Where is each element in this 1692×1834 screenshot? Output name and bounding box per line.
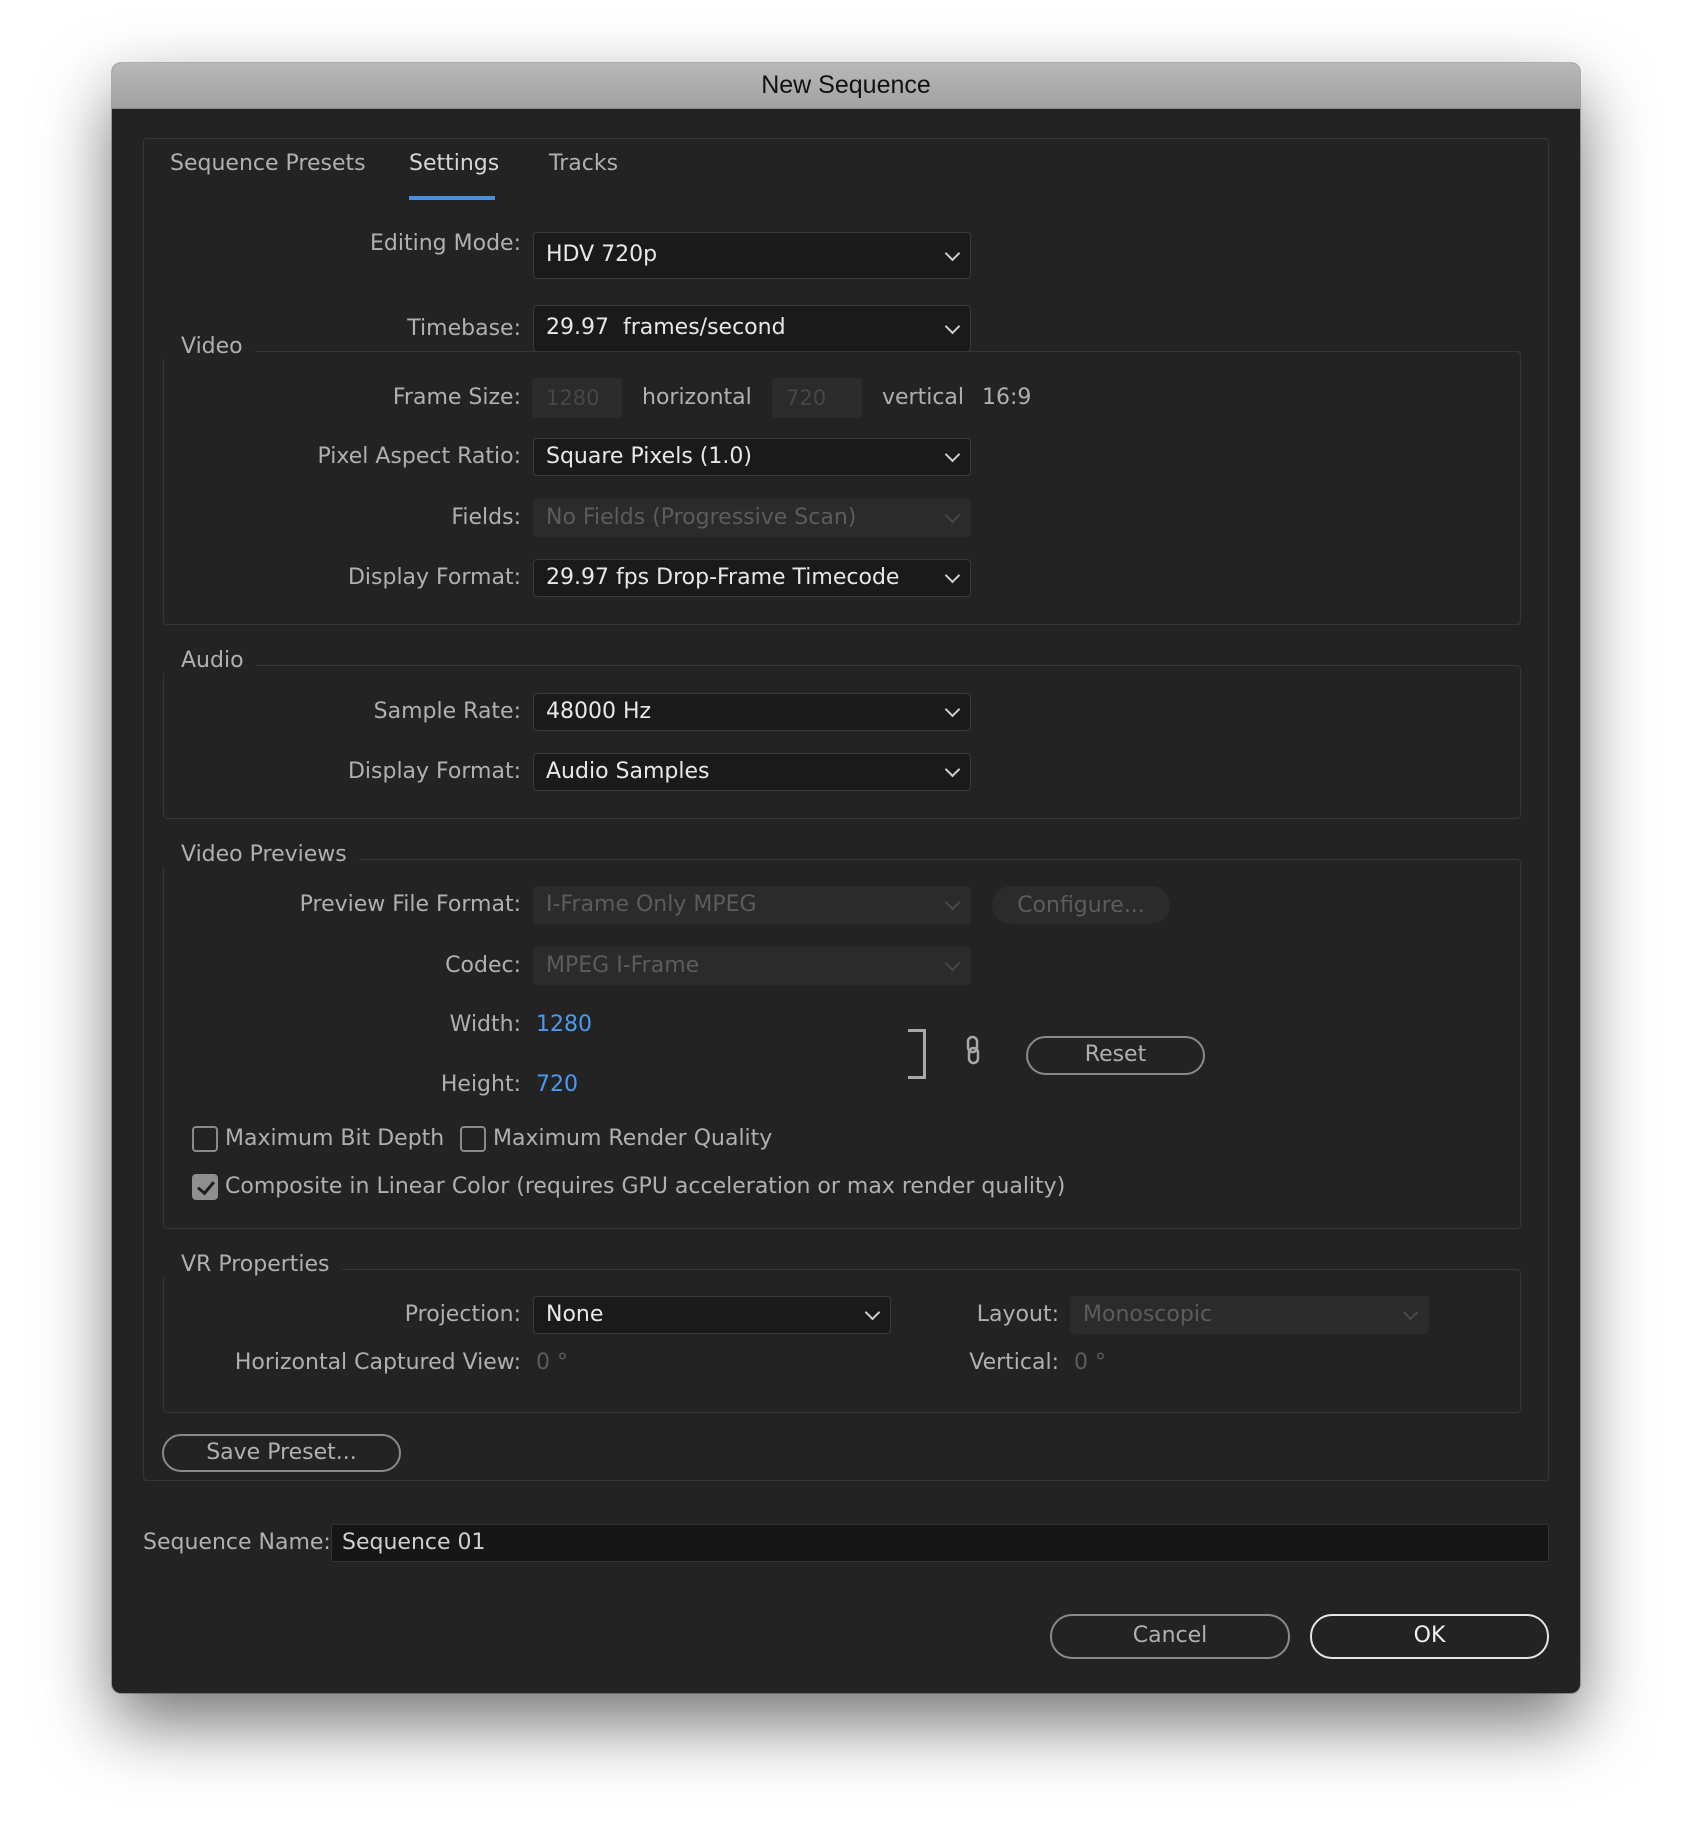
chevron-down-icon bbox=[944, 761, 961, 778]
ok-button[interactable]: OK bbox=[1310, 1614, 1549, 1659]
chevron-down-icon bbox=[944, 446, 961, 463]
preview-file-format-dropdown: I-Frame Only MPEG bbox=[533, 886, 971, 924]
timebase-dropdown[interactable]: 29.97 frames/second bbox=[533, 305, 971, 352]
vr-properties-group-title: VR Properties bbox=[163, 1252, 342, 1277]
audio-group bbox=[163, 665, 1521, 819]
active-tab-indicator bbox=[409, 196, 495, 200]
chevron-down-icon bbox=[944, 245, 961, 261]
pixel-aspect-ratio-label: Pixel Aspect Ratio: bbox=[317, 444, 522, 469]
chevron-down-icon bbox=[944, 567, 961, 584]
layout-dropdown: Monoscopic bbox=[1070, 1296, 1429, 1334]
video-group-title: Video bbox=[163, 334, 255, 359]
aspect-ratio-readout: 16:9 bbox=[982, 385, 1032, 410]
fields-label: Fields: bbox=[451, 505, 521, 530]
editing-mode-dropdown[interactable]: HDV 720p bbox=[533, 232, 971, 279]
chevron-down-icon bbox=[944, 955, 961, 972]
preview-file-format-value: I-Frame Only MPEG bbox=[546, 892, 757, 917]
frame-size-label: Frame Size: bbox=[392, 385, 521, 410]
composite-linear-checkbox[interactable] bbox=[192, 1174, 218, 1200]
chevron-down-icon bbox=[944, 894, 961, 911]
vertical-view-label: Vertical: bbox=[969, 1350, 1059, 1375]
max-render-quality-label: Maximum Render Quality bbox=[493, 1126, 773, 1151]
frame-height-input[interactable]: 720 bbox=[772, 378, 862, 418]
reset-button[interactable]: Reset bbox=[1026, 1036, 1205, 1075]
max-bit-depth-label: Maximum Bit Depth bbox=[225, 1126, 445, 1151]
video-display-format-value: 29.97 fps Drop-Frame Timecode bbox=[546, 565, 900, 590]
video-display-format-label: Display Format: bbox=[347, 565, 521, 590]
link-bracket bbox=[908, 1029, 926, 1079]
preview-height-label: Height: bbox=[440, 1072, 521, 1097]
fields-value: No Fields (Progressive Scan) bbox=[546, 505, 857, 530]
preview-width-value[interactable]: 1280 bbox=[536, 1006, 592, 1044]
audio-display-format-label: Display Format: bbox=[347, 759, 521, 784]
codec-value: MPEG I-Frame bbox=[546, 953, 700, 978]
vr-properties-group bbox=[163, 1269, 1521, 1413]
horizontal-captured-view-value: 0 ° bbox=[536, 1350, 568, 1375]
preview-width-label: Width: bbox=[449, 1012, 521, 1037]
cancel-button[interactable]: Cancel bbox=[1050, 1614, 1290, 1659]
pixel-aspect-ratio-value: Square Pixels (1.0) bbox=[546, 444, 752, 469]
timebase-value: 29.97 frames/second bbox=[546, 315, 786, 340]
chevron-down-icon bbox=[944, 507, 961, 524]
max-bit-depth-checkbox[interactable] bbox=[192, 1126, 218, 1152]
editing-mode-value: HDV 720p bbox=[546, 242, 658, 267]
audio-display-format-dropdown[interactable]: Audio Samples bbox=[533, 753, 971, 791]
save-preset-button[interactable]: Save Preset... bbox=[162, 1434, 401, 1472]
codec-label: Codec: bbox=[445, 953, 521, 978]
audio-display-format-value: Audio Samples bbox=[546, 759, 710, 784]
chevron-down-icon bbox=[944, 318, 961, 334]
fields-dropdown: No Fields (Progressive Scan) bbox=[533, 499, 971, 537]
link-icon[interactable] bbox=[965, 1035, 981, 1070]
sequence-name-label: Sequence Name: bbox=[143, 1530, 331, 1555]
preview-file-format-label: Preview File Format: bbox=[299, 892, 521, 917]
max-render-quality-checkbox[interactable] bbox=[460, 1126, 486, 1152]
preview-height-value[interactable]: 720 bbox=[536, 1066, 578, 1104]
editing-mode-label: Editing Mode: bbox=[370, 231, 521, 256]
projection-label: Projection: bbox=[404, 1302, 521, 1327]
audio-group-title: Audio bbox=[163, 648, 256, 673]
configure-button: Configure... bbox=[992, 886, 1170, 924]
sample-rate-value: 48000 Hz bbox=[546, 699, 652, 724]
dialog-title: New Sequence bbox=[112, 63, 1580, 109]
codec-dropdown: MPEG I-Frame bbox=[533, 947, 971, 985]
layout-value: Monoscopic bbox=[1083, 1302, 1213, 1327]
tab-tracks[interactable]: Tracks bbox=[549, 151, 618, 176]
sample-rate-dropdown[interactable]: 48000 Hz bbox=[533, 693, 971, 731]
vertical-view-value: 0 ° bbox=[1074, 1350, 1106, 1375]
horizontal-captured-view-label: Horizontal Captured View: bbox=[234, 1350, 521, 1375]
tab-sequence-presets[interactable]: Sequence Presets bbox=[170, 151, 366, 176]
frame-width-input[interactable]: 1280 bbox=[532, 378, 622, 418]
new-sequence-dialog: New Sequence Sequence Presets Settings T… bbox=[112, 63, 1580, 1693]
tab-settings[interactable]: Settings bbox=[409, 151, 499, 176]
projection-value: None bbox=[546, 1302, 604, 1327]
video-previews-group-title: Video Previews bbox=[163, 842, 359, 867]
horizontal-label: horizontal bbox=[642, 385, 752, 410]
video-display-format-dropdown[interactable]: 29.97 fps Drop-Frame Timecode bbox=[533, 559, 971, 597]
sequence-name-input[interactable]: Sequence 01 bbox=[331, 1524, 1549, 1562]
sample-rate-label: Sample Rate: bbox=[373, 699, 521, 724]
layout-label: Layout: bbox=[976, 1302, 1059, 1327]
vertical-label: vertical bbox=[882, 385, 965, 410]
composite-linear-label: Composite in Linear Color (requires GPU … bbox=[225, 1174, 1066, 1199]
chevron-down-icon bbox=[944, 701, 961, 718]
pixel-aspect-ratio-dropdown[interactable]: Square Pixels (1.0) bbox=[533, 438, 971, 476]
chevron-down-icon bbox=[1402, 1304, 1419, 1321]
